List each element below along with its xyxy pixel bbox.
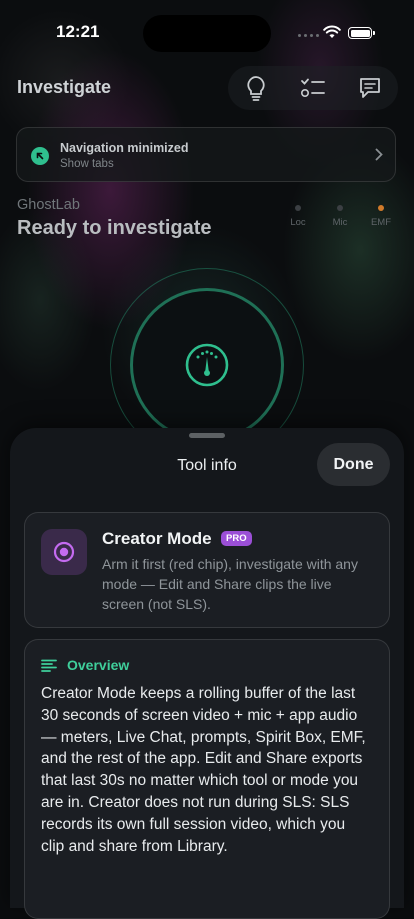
wifi-icon	[323, 25, 341, 38]
sheet-grabber[interactable]	[189, 433, 225, 438]
indicator-dot	[295, 205, 301, 211]
overview-header: Overview	[41, 657, 129, 673]
battery-icon	[348, 27, 375, 39]
pro-badge: PRO	[221, 531, 252, 546]
indicator-mic: Mic	[325, 205, 355, 228]
indicator-dot	[378, 205, 384, 211]
page-title: Investigate	[17, 77, 112, 97]
overview-body: Creator Mode keeps a rolling buffer of t…	[41, 685, 366, 855]
overview-card: Overview Creator Mode keeps a rolling bu…	[24, 639, 390, 919]
done-button[interactable]: Done	[317, 443, 390, 486]
status-bar: 12:21	[0, 0, 414, 54]
expand-arrow-icon	[31, 147, 49, 165]
dynamic-island	[143, 15, 271, 52]
lightbulb-icon[interactable]	[236, 68, 276, 108]
navigation-minimized-banner[interactable]: Navigation minimized Show tabs	[16, 127, 396, 182]
chat-icon[interactable]	[350, 68, 390, 108]
record-icon	[41, 529, 87, 575]
cellular-icon	[298, 34, 319, 37]
gauge-icon	[185, 343, 229, 387]
tool-summary: Arm it first (red chip), investigate wit…	[102, 556, 358, 612]
tool-name: Creator Mode	[102, 529, 212, 548]
banner-subtitle: Show tabs	[60, 158, 114, 170]
indicator-loc: Loc	[283, 205, 313, 228]
app-name: GhostLab	[17, 197, 80, 213]
checklist-icon[interactable]	[293, 68, 333, 108]
indicator-label: Mic	[332, 217, 348, 228]
indicator-label: EMF	[370, 217, 392, 228]
tool-card: Creator Mode PRO Arm it first (red chip)…	[24, 512, 390, 628]
chevron-right-icon	[375, 148, 383, 161]
session-status: Ready to investigate	[17, 217, 212, 239]
text-lines-icon	[41, 659, 57, 672]
header-actions	[228, 66, 398, 110]
indicator-label: Loc	[290, 217, 306, 228]
status-time: 12:21	[56, 22, 100, 41]
overview-heading: Overview	[67, 657, 130, 673]
banner-title: Navigation minimized	[60, 141, 189, 155]
indicator-dot	[337, 205, 343, 211]
indicator-emf: EMF	[366, 205, 396, 228]
tool-info-sheet: Tool info Done Creator Mode PRO Arm it f…	[10, 428, 404, 919]
